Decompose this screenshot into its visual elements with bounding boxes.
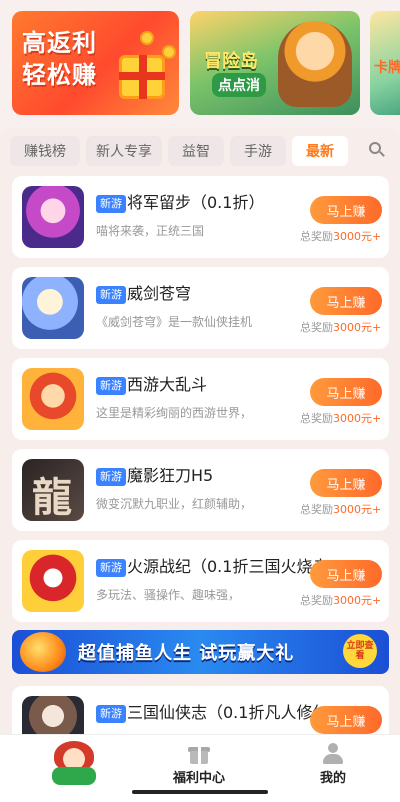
game-title: 三国仙侠志（0.1折凡人修仙）: [127, 703, 322, 722]
reward-amount: 3000元+: [333, 321, 382, 334]
list-item[interactable]: 新游 威剑苍穹 《威剑苍穹》是一款仙侠挂机 马上赚 总奖励3000元+: [12, 267, 389, 349]
game-description: 《威剑苍穹》是一款仙侠挂机: [96, 315, 253, 329]
nav-mine[interactable]: 我的: [298, 743, 368, 791]
total-reward: 总奖励3000元+: [300, 501, 381, 517]
ad-text: 超值捕鱼人生 试玩赢大礼: [78, 643, 295, 664]
earn-now-button[interactable]: 马上赚: [310, 378, 382, 406]
reward-amount: 3000元+: [333, 594, 382, 607]
reward-amount: 3000元+: [333, 230, 382, 243]
game-description: 喵将来袭，正统三国: [96, 224, 205, 238]
total-reward: 总奖励3000元+: [300, 410, 381, 426]
earn-now-button[interactable]: 马上赚: [310, 287, 382, 315]
total-reward: 总奖励3000元+: [300, 319, 381, 335]
tab-latest[interactable]: 最新: [292, 136, 348, 166]
banner-carousel[interactable]: 高返利 轻松赚 冒险岛 点点消 卡牌: [0, 0, 400, 128]
coin-icon: [140, 31, 154, 45]
person-icon-torso: [323, 754, 343, 764]
game-title: 将军留步（0.1折）: [127, 193, 265, 212]
nav-home-mascot[interactable]: [44, 735, 104, 787]
banner-title-line2: 轻松赚: [22, 61, 97, 89]
nav-label: 福利中心: [172, 771, 225, 786]
total-reward: 总奖励3000元+: [300, 228, 381, 244]
game-description: 多玩法、骚操作、趣味强，: [96, 588, 241, 602]
gift-icon-ribbon: [198, 747, 201, 764]
earn-now-button[interactable]: 马上赚: [310, 196, 382, 224]
person-icon: [322, 743, 344, 765]
banner-title: 高返利 轻松赚: [22, 27, 97, 91]
game-thumbnail: [22, 277, 84, 339]
banner-subtitle: 点点消: [212, 73, 266, 97]
earn-now-button[interactable]: 马上赚: [310, 469, 382, 497]
reward-amount: 3000元+: [333, 503, 382, 516]
fish-icon: [20, 632, 66, 672]
list-item[interactable]: 新游 火源战纪（0.1折三国火烧赤壁） 多玩法、骚操作、趣味强， 马上赚 总奖励…: [12, 540, 389, 622]
reward-label: 总奖励: [300, 321, 333, 334]
earn-now-button[interactable]: 马上赚: [310, 560, 382, 588]
reward-label: 总奖励: [300, 230, 333, 243]
new-game-badge: 新游: [96, 286, 126, 304]
total-reward: 总奖励3000元+: [300, 592, 381, 608]
reward-label: 总奖励: [300, 503, 333, 516]
tab-newcomer[interactable]: 新人专享: [86, 136, 162, 166]
game-thumbnail: [22, 550, 84, 612]
person-icon-head: [328, 743, 338, 753]
tab-earn-ranking[interactable]: 赚钱榜: [10, 136, 80, 166]
home-indicator[interactable]: [132, 790, 268, 794]
game-title: 威剑苍穹: [127, 284, 192, 303]
reward-amount: 3000元+: [333, 412, 382, 425]
reward-label: 总奖励: [300, 412, 333, 425]
fishing-ad-banner[interactable]: 超值捕鱼人生 试玩赢大礼 立即查看: [12, 630, 389, 674]
nav-welfare-center[interactable]: 福利中心: [164, 743, 234, 791]
dragon-glyph: 龍: [32, 474, 72, 521]
game-thumbnail: [22, 368, 84, 430]
tab-puzzle[interactable]: 益智: [168, 136, 224, 166]
new-game-badge: 新游: [96, 195, 126, 213]
banner-title: 冒险岛: [204, 51, 258, 72]
list-item[interactable]: 新游 西游大乱斗 这里是精彩绚丽的西游世界， 马上赚 总奖励3000元+: [12, 358, 389, 440]
list-item[interactable]: 新游 将军留步（0.1折） 喵将来袭，正统三国 马上赚 总奖励3000元+: [12, 176, 389, 258]
game-title: 西游大乱斗: [127, 375, 208, 394]
new-game-badge: 新游: [96, 705, 126, 723]
search-icon-handle: [379, 151, 385, 157]
game-thumbnail: [22, 186, 84, 248]
banner-partial[interactable]: 卡牌: [370, 11, 400, 115]
game-title: 火源战纪（0.1折三国火烧赤壁）: [127, 557, 322, 576]
view-now-badge[interactable]: 立即查看: [343, 634, 377, 668]
banner-character: [278, 21, 352, 107]
new-game-badge: 新游: [96, 559, 126, 577]
reward-label: 总奖励: [300, 594, 333, 607]
nav-label: 我的: [319, 771, 346, 786]
game-thumbnail: 龍: [22, 459, 84, 521]
banner-title: 卡牌: [374, 60, 400, 76]
new-game-badge: 新游: [96, 468, 126, 486]
game-description: 这里是精彩绚丽的西游世界，: [96, 406, 253, 420]
banner-high-rebate[interactable]: 高返利 轻松赚: [12, 11, 179, 115]
game-title: 魔影狂刀H5: [127, 466, 214, 485]
gift-box-icon: [119, 55, 165, 99]
banner-game-promo[interactable]: 冒险岛 点点消: [190, 11, 360, 115]
mascot-body: [52, 767, 96, 785]
banner-title-line1: 高返利: [22, 29, 97, 57]
gift-icon: [188, 743, 210, 765]
list-item[interactable]: 龍 新游 魔影狂刀H5 微变沉默九职业，红颜辅助， 马上赚 总奖励3000元+: [12, 449, 389, 531]
new-game-badge: 新游: [96, 377, 126, 395]
earn-now-button[interactable]: 马上赚: [310, 706, 382, 734]
search-icon[interactable]: [367, 140, 387, 160]
tab-mobile-games[interactable]: 手游: [230, 136, 286, 166]
game-description: 微变沉默九职业，红颜辅助，: [96, 497, 253, 511]
